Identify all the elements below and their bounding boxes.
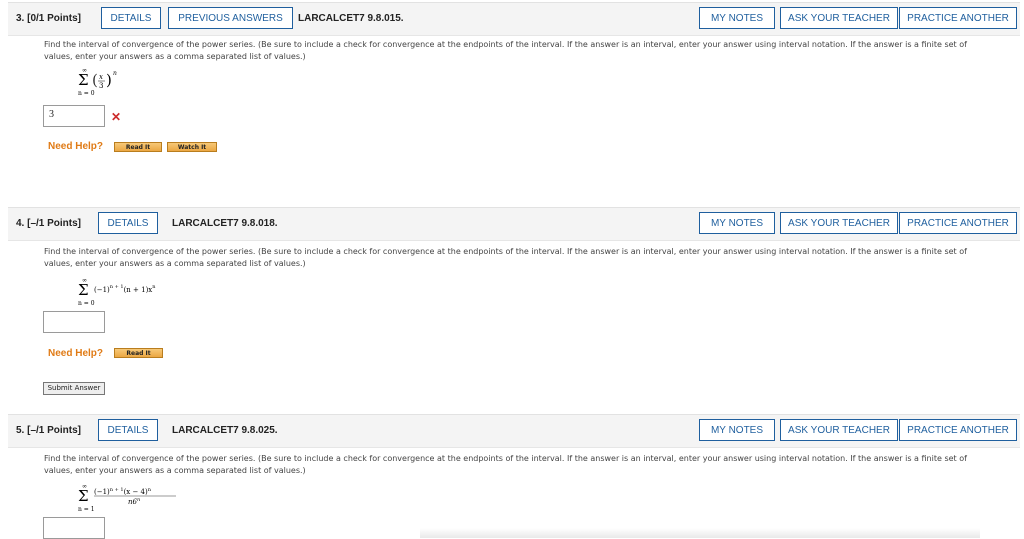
numerator-5: (−1)n + 1(x − 4)n [94, 487, 152, 496]
question-4-prompt: Find the interval of convergence of the … [44, 247, 967, 268]
details-button[interactable]: DETAILS [98, 419, 158, 441]
series-formula-3: ∞ Σ n = 0 ( x 3 ) n [78, 67, 117, 97]
previous-answers-button[interactable]: PREVIOUS ANSWERS [168, 7, 293, 29]
watch-it-button[interactable]: Watch It [167, 142, 217, 152]
wrong-mark-icon: ✕ [111, 110, 122, 124]
question-4-code: LARCALCET7 9.8.018. [172, 218, 278, 229]
sigma-symbol: Σ [78, 281, 89, 299]
details-button[interactable]: DETAILS [98, 212, 158, 234]
read-it-button[interactable]: Read It [114, 348, 163, 358]
ask-teacher-button[interactable]: ASK YOUR TEACHER [780, 419, 898, 441]
series-expression-4: ∞ Σ n = 0 (−1)n + 1(n + 1)xn [78, 276, 218, 312]
exponent-n: n [113, 70, 117, 77]
denominator-5: n6n [128, 497, 140, 506]
series-lower: n = 0 [78, 90, 95, 97]
question-4-points: 4. [–/1 Points] [16, 218, 82, 229]
series-formula-4: ∞ Σ n = 0 (−1)n + 1(n + 1)xn [78, 277, 156, 307]
ask-teacher-button[interactable]: ASK YOUR TEACHER [780, 212, 898, 234]
paren-right: ) [106, 71, 112, 89]
my-notes-button[interactable]: MY NOTES [699, 212, 775, 234]
my-notes-button[interactable]: MY NOTES [699, 7, 775, 29]
sigma-symbol: Σ [78, 71, 89, 89]
series-lower: n = 0 [78, 300, 95, 307]
details-button[interactable]: DETAILS [101, 7, 161, 29]
question-3-code: LARCALCET7 9.8.015. [298, 13, 404, 24]
ask-teacher-button[interactable]: ASK YOUR TEACHER [780, 7, 898, 29]
practice-another-button[interactable]: PRACTICE ANOTHER [899, 212, 1017, 234]
series-expression-5: ∞ Σ n = 1 (−1)n + 1(x − 4)n n6n [78, 482, 198, 518]
submit-answer-button[interactable]: Submit Answer [43, 382, 105, 395]
bottom-shadow [420, 528, 980, 538]
series-formula-5: ∞ Σ n = 1 (−1)n + 1(x − 4)n n6n [78, 483, 176, 513]
question-5-code: LARCALCET7 9.8.025. [172, 425, 278, 436]
denominator-3: 3 [99, 82, 103, 90]
term-4: (−1)n + 1(n + 1)xn [94, 284, 156, 294]
my-notes-button[interactable]: MY NOTES [699, 419, 775, 441]
answer-input-5[interactable] [43, 517, 105, 539]
practice-another-button[interactable]: PRACTICE ANOTHER [899, 7, 1017, 29]
question-3-prompt: Find the interval of convergence of the … [44, 40, 967, 61]
read-it-button[interactable]: Read It [114, 142, 162, 152]
paren-left: ( [92, 71, 98, 89]
question-4-header: 4. [–/1 Points] DETAILS LARCALCET7 9.8.0… [8, 207, 1020, 241]
question-3-header: 3. [0/1 Points] DETAILS PREVIOUS ANSWERS… [8, 2, 1020, 36]
sigma-symbol: Σ [78, 487, 89, 505]
question-5-header: 5. [–/1 Points] DETAILS LARCALCET7 9.8.0… [8, 414, 1020, 448]
question-3-points: 3. [0/1 Points] [16, 13, 82, 24]
need-help-label: Need Help? [48, 348, 104, 359]
answer-input-3[interactable]: 3 [43, 105, 105, 127]
need-help-label: Need Help? [48, 141, 104, 152]
question-5-prompt: Find the interval of convergence of the … [44, 454, 967, 475]
series-expression-3: ∞ Σ n = 0 ( x 3 ) n [78, 66, 148, 102]
answer-input-4[interactable] [43, 311, 105, 333]
practice-another-button[interactable]: PRACTICE ANOTHER [899, 419, 1017, 441]
question-5-points: 5. [–/1 Points] [16, 425, 82, 436]
series-lower: n = 1 [78, 506, 95, 513]
numerator-x: x [99, 73, 103, 81]
